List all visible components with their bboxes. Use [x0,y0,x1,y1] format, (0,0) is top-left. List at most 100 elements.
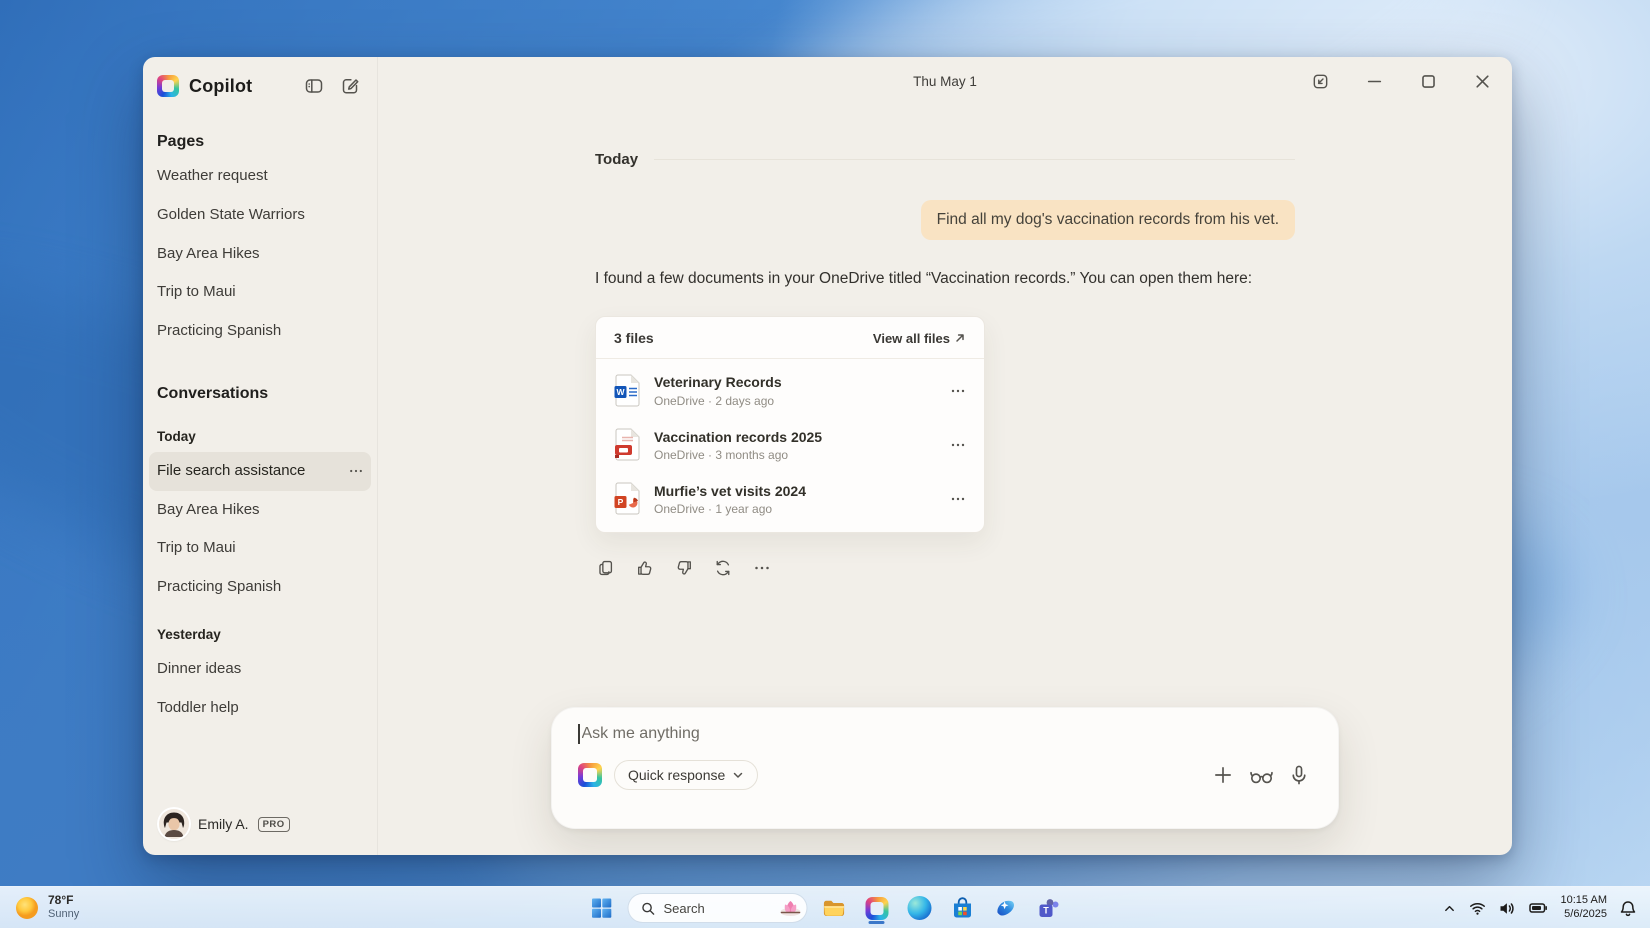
tray-time: 10:15 AM [1561,894,1607,908]
today-group-label: Today [157,425,363,448]
windows-logo-icon [591,897,613,919]
conversation-bay-area-hikes[interactable]: Bay Area Hikes [149,491,371,530]
copilot-logo-icon [157,75,179,97]
search-icon [641,901,656,916]
sidebar-header: Copilot [157,73,363,99]
sidebar-item-bay-area-hikes[interactable]: Bay Area Hikes [149,235,371,274]
file-meta: OneDrive · 1 year ago [654,502,937,516]
yesterday-group-label: Yesterday [157,623,363,646]
composer: Quick response [551,707,1339,829]
file-row-veterinary-records[interactable]: W Veterinary Records OneDrive · 2 days a… [596,363,984,417]
sidebar-item-golden-state-warriors[interactable]: Golden State Warriors [149,196,371,235]
file-meta: OneDrive · 2 days ago [654,394,937,408]
conversation-dinner-ideas[interactable]: Dinner ideas [149,650,371,689]
new-chat-button[interactable] [337,73,363,99]
notification-bell-icon[interactable] [1620,900,1636,917]
file-row-vaccination-records[interactable]: Vaccination records 2025 OneDrive · 3 mo… [596,418,984,472]
copilot-logo-icon [578,763,602,787]
weather-temp: 78°F [48,894,79,908]
thumbs-up-icon[interactable] [634,557,656,579]
conversation-file-search-assistance[interactable]: File search assistance [149,452,371,491]
search-highlight-lotus-icon [777,898,803,918]
volume-icon[interactable] [1499,901,1516,916]
taskbar-search-box[interactable]: Search [628,893,808,923]
text-cursor [578,724,580,744]
desktop: Copilot Pages Weather request Golden Sta… [0,0,1650,928]
attach-plus-button[interactable] [1210,762,1236,788]
svg-text:W: W [616,387,625,397]
file-name: Vaccination records 2025 [654,428,937,446]
response-mode-dropdown[interactable]: Quick response [614,760,758,790]
assistant-message: I found a few documents in your OneDrive… [595,268,1295,290]
start-button[interactable] [585,891,619,925]
pro-badge: PRO [258,817,290,832]
powerpoint-file-icon: P [614,482,641,515]
mini-view-button[interactable] [1310,71,1330,91]
file-name: Murfie’s vet visits 2024 [654,482,937,500]
tray-date: 5/6/2025 [1561,908,1607,922]
microphone-button[interactable] [1286,762,1312,788]
sun-icon [14,895,40,921]
file-more-icon[interactable] [950,437,966,453]
microsoft-365-copilot-icon[interactable] [989,891,1023,925]
file-more-icon[interactable] [950,491,966,507]
file-more-icon[interactable] [950,383,966,399]
regenerate-icon[interactable] [712,557,734,579]
file-row-murfies-vet-visits[interactable]: P Murfie’s vet visits 2024 OneDrive · 1 … [596,472,984,526]
file-meta: OneDrive · 3 months ago [654,448,937,462]
sidebar: Copilot Pages Weather request Golden Sta… [143,57,378,855]
view-all-files-link[interactable]: View all files [873,331,966,346]
edge-browser-icon[interactable] [903,891,937,925]
sidebar-item-practicing-spanish[interactable]: Practicing Spanish [149,312,371,351]
toggle-sidebar-button[interactable] [301,73,327,99]
pdf-file-icon [614,428,641,461]
copilot-vision-glasses-button[interactable] [1248,762,1274,788]
chat-input[interactable] [582,725,1313,743]
tray-clock[interactable]: 10:15 AM 5/6/2025 [1561,894,1607,922]
conversation-label: File search assistance [157,462,305,481]
response-mode-label: Quick response [628,767,725,783]
file-explorer-icon[interactable] [817,891,851,925]
more-options-icon[interactable] [751,557,773,579]
copilot-app-window: Copilot Pages Weather request Golden Sta… [143,57,1512,855]
date-divider: Today [595,151,1295,168]
wifi-icon[interactable] [1469,901,1486,916]
divider-line [654,159,1295,160]
microsoft-store-icon[interactable] [946,891,980,925]
external-arrow-icon [954,332,966,344]
sidebar-item-trip-to-maui[interactable]: Trip to Maui [149,273,371,312]
conversation-trip-to-maui[interactable]: Trip to Maui [149,529,371,568]
close-button[interactable] [1472,71,1492,91]
file-count-label: 3 files [614,330,654,346]
profile-button[interactable]: Emily A. PRO [157,803,363,841]
conversation-toddler-help[interactable]: Toddler help [149,689,371,728]
date-divider-label: Today [595,151,638,168]
conversation-practicing-spanish[interactable]: Practicing Spanish [149,568,371,607]
file-results-card: 3 files View all files W [595,316,985,533]
titlebar: Thu May 1 [378,57,1512,105]
tray-chevron-up-icon[interactable] [1443,902,1456,915]
thumbs-down-icon[interactable] [673,557,695,579]
app-name: Copilot [189,76,252,97]
word-file-icon: W [614,374,641,407]
copilot-taskbar-icon[interactable] [860,891,894,925]
maximize-button[interactable] [1418,71,1438,91]
file-name: Veterinary Records [654,373,937,391]
taskbar-weather-widget[interactable]: 78°F Sunny [0,894,93,920]
search-label: Search [664,901,769,916]
avatar [159,809,189,839]
user-message-bubble: Find all my dog's vaccination records fr… [921,200,1295,240]
weather-condition: Sunny [48,908,79,921]
conversation-more-icon[interactable] [349,464,363,478]
minimize-button[interactable] [1364,71,1384,91]
conversations-heading: Conversations [157,385,363,403]
battery-icon[interactable] [1529,901,1548,915]
card-divider [596,358,984,359]
copilot-logo-icon [865,897,888,920]
active-app-indicator [869,921,885,924]
svg-text:P: P [618,497,624,507]
teams-icon[interactable]: T [1032,891,1066,925]
svg-text:T: T [1043,906,1049,916]
copy-icon[interactable] [595,557,617,579]
sidebar-item-weather-request[interactable]: Weather request [149,157,371,196]
